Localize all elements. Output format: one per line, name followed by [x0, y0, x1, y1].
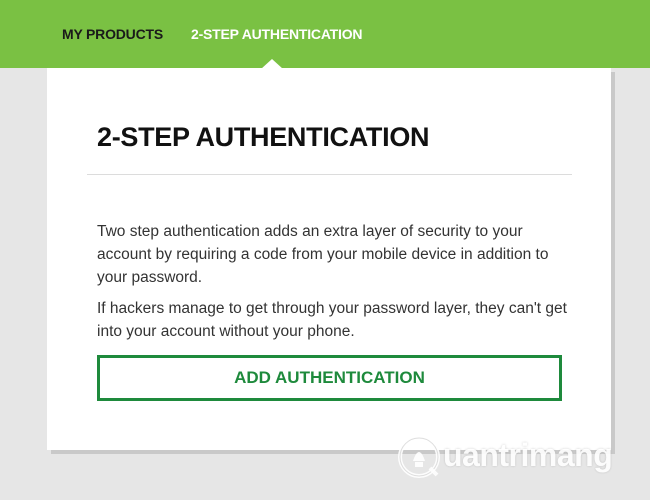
watermark: uantrimang	[397, 433, 627, 483]
authentication-card: 2-STEP AUTHENTICATION Two step authentic…	[47, 68, 611, 450]
page-title: 2-STEP AUTHENTICATION	[97, 122, 430, 152]
description-paragraph-2: If hackers manage to get through your pa…	[97, 300, 567, 340]
top-nav-bar: MY PRODUCTS 2-STEP AUTHENTICATION	[0, 0, 650, 68]
active-tab-indicator	[261, 59, 283, 69]
nav-2-step-authentication[interactable]: 2-STEP AUTHENTICATION	[191, 26, 363, 42]
watermark-text: uantrimang	[443, 437, 613, 473]
quantrimang-logo-icon	[398, 436, 440, 478]
title-divider	[87, 174, 572, 175]
add-authentication-button[interactable]: ADD AUTHENTICATION	[97, 355, 562, 401]
description-paragraph-1: Two step authentication adds an extra la…	[97, 223, 549, 286]
nav-my-products[interactable]: MY PRODUCTS	[62, 26, 163, 42]
